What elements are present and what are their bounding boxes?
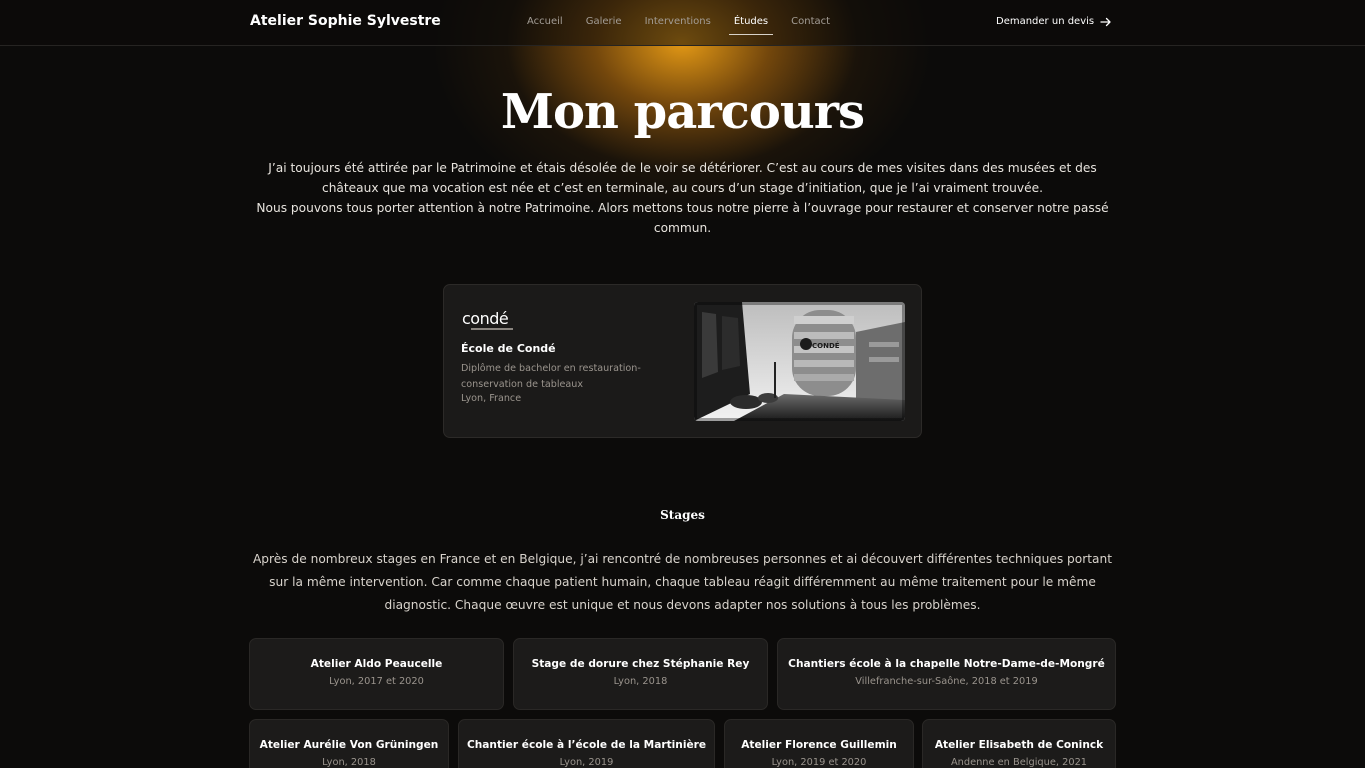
stage-title: Atelier Aurélie Von Grüningen — [259, 739, 439, 751]
stage-card: Atelier Aurélie Von Grüningen Lyon, 2018 — [249, 719, 449, 768]
stages-heading: Stages — [660, 508, 705, 522]
school-photo: CONDÉ — [694, 302, 905, 421]
intro-text: J’ai toujours été attirée par le Patrimo… — [240, 158, 1125, 238]
intro-paragraph-1: J’ai toujours été attirée par le Patrimo… — [268, 161, 1097, 195]
stage-card: Atelier Florence Guillemin Lyon, 2019 et… — [724, 719, 914, 768]
nav-accueil[interactable]: Accueil — [527, 16, 563, 35]
school-name: École de Condé — [461, 342, 556, 355]
intro-paragraph-2: Nous pouvons tous porter attention à not… — [256, 201, 1109, 235]
request-quote-button[interactable]: Demander un devis — [996, 16, 1112, 27]
stage-detail: Andenne en Belgique, 2021 — [950, 757, 1088, 768]
stage-detail: Villefranche-sur-Saône, 2018 et 2019 — [855, 676, 1038, 687]
stage-card: Chantiers école à la chapelle Notre-Dame… — [777, 638, 1116, 710]
stage-title: Atelier Florence Guillemin — [741, 739, 897, 751]
stage-card: Chantier école à l’école de la Martinièr… — [458, 719, 715, 768]
conde-logo-text: condé — [462, 309, 509, 328]
request-quote-label: Demander un devis — [996, 16, 1095, 27]
school-degree: Diplôme de bachelor en restauration-cons… — [461, 363, 641, 390]
school-location: Lyon, France — [461, 393, 522, 404]
photo-sign-text: CONDÉ — [812, 341, 840, 350]
stage-detail: Lyon, 2017 et 2020 — [329, 676, 424, 687]
site-header: Atelier Sophie Sylvestre Accueil Galerie… — [0, 0, 1365, 46]
stages-intro: Après de nombreux stages en France et en… — [252, 552, 1113, 612]
stage-card: Stage de dorure chez Stéphanie Rey Lyon,… — [513, 638, 768, 710]
nav-interventions[interactable]: Interventions — [645, 16, 711, 35]
main-nav: Accueil Galerie Interventions Études Con… — [527, 16, 853, 35]
brand-logo[interactable]: Atelier Sophie Sylvestre — [250, 13, 441, 29]
nav-contact[interactable]: Contact — [791, 16, 830, 35]
stage-card: Atelier Elisabeth de Coninck Andenne en … — [922, 719, 1116, 768]
stage-title: Stage de dorure chez Stéphanie Rey — [531, 658, 750, 670]
school-card: condé École de Condé Diplôme de bachelor… — [443, 284, 922, 438]
stage-title: Atelier Elisabeth de Coninck — [934, 739, 1104, 751]
conde-logo: condé — [462, 311, 518, 331]
nav-etudes[interactable]: Études — [728, 16, 774, 35]
stage-title: Chantiers école à la chapelle Notre-Dame… — [788, 658, 1105, 670]
nav-galerie[interactable]: Galerie — [586, 16, 622, 35]
stage-title: Chantier école à l’école de la Martinièr… — [466, 739, 707, 751]
stage-detail: Lyon, 2018 — [322, 757, 376, 768]
stage-detail: Lyon, 2018 — [613, 676, 668, 687]
page-title: Mon parcours — [500, 84, 865, 140]
stage-detail: Lyon, 2019 — [559, 757, 614, 768]
stage-detail: Lyon, 2019 et 2020 — [771, 757, 867, 768]
stage-card: Atelier Aldo Peaucelle Lyon, 2017 et 202… — [249, 638, 504, 710]
stage-title: Atelier Aldo Peaucelle — [310, 658, 443, 670]
arrow-right-icon — [1100, 17, 1111, 26]
